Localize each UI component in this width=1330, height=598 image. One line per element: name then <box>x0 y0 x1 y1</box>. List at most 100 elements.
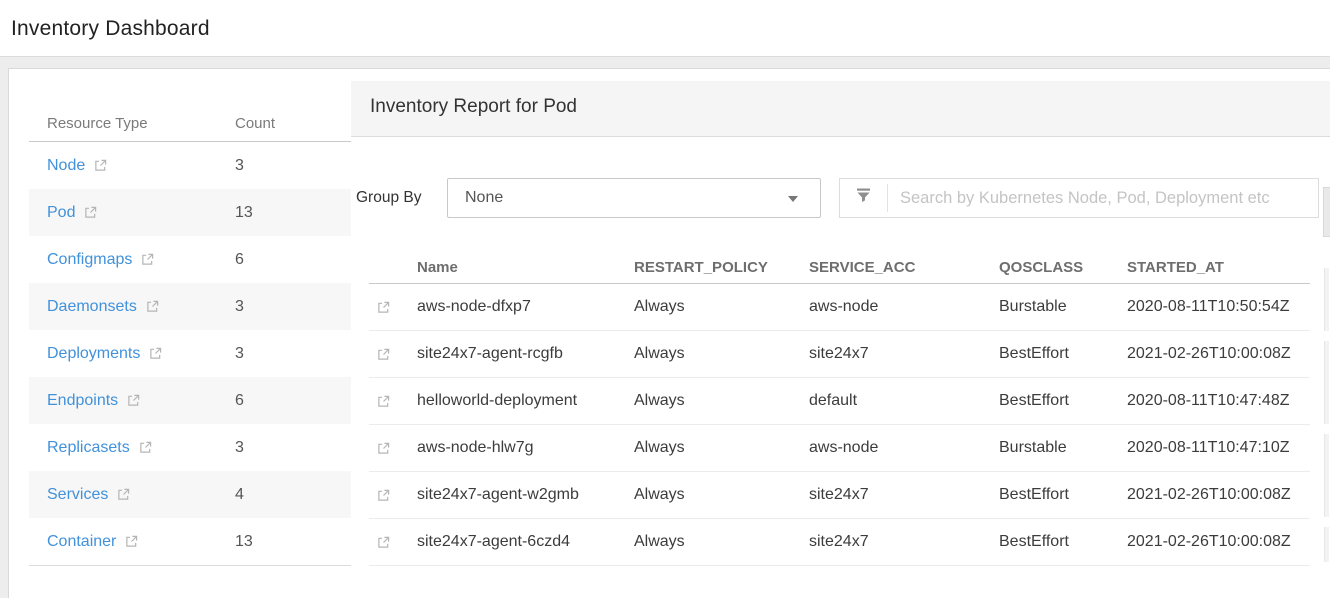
resource-type-row: Configmaps 6 <box>29 236 351 283</box>
resource-type-row: Endpoints 6 <box>29 377 351 424</box>
resource-type-row: Services 4 <box>29 471 351 518</box>
chevron-down-icon <box>788 196 798 202</box>
table-row: site24x7-agent-w2gmb Always site24x7 Bes… <box>369 472 1310 519</box>
external-link-icon[interactable] <box>369 348 417 361</box>
external-link-icon[interactable] <box>369 536 417 549</box>
table-row: aws-node-dfxp7 Always aws-node Burstable… <box>369 284 1310 331</box>
pod-inventory-table: Name RESTART_POLICY SERVICE_ACC QOSCLASS… <box>369 251 1310 566</box>
resource-type-row: Node 3 <box>29 142 351 189</box>
cell-qosclass: BestEffort <box>999 533 1127 551</box>
cell-name: site24x7-agent-6czd4 <box>417 533 634 551</box>
main-panel: Resource Type Count Node 3 Pod 13 Config… <box>8 68 1330 598</box>
resource-type-list: Node 3 Pod 13 Configmaps <box>29 142 351 566</box>
cell-name: aws-node-dfxp7 <box>417 298 634 316</box>
edge-fragment <box>1324 268 1329 331</box>
external-link-icon[interactable] <box>369 301 417 314</box>
resource-count: 6 <box>235 392 244 410</box>
report-title: Inventory Report for Pod <box>351 81 1330 118</box>
resource-type-link[interactable]: Services <box>47 486 108 504</box>
cell-restart-policy: Always <box>634 298 809 316</box>
external-link-icon[interactable] <box>94 159 107 172</box>
cell-service-acc: aws-node <box>809 298 999 316</box>
resource-type-column-header: Resource Type <box>47 115 148 132</box>
cell-name: site24x7-agent-rcgfb <box>417 345 634 363</box>
column-header-service-acc: SERVICE_ACC <box>809 259 999 276</box>
report-header-bar: Inventory Report for Pod <box>351 81 1330 137</box>
filter-button[interactable] <box>840 187 887 209</box>
external-link-icon[interactable] <box>127 394 140 407</box>
table-row: helloworld-deployment Always default Bes… <box>369 378 1310 425</box>
external-link-icon[interactable] <box>369 442 417 455</box>
resource-type-row: Replicasets 3 <box>29 424 351 471</box>
resource-type-row: Pod 13 <box>29 189 351 236</box>
resource-count: 6 <box>235 251 244 269</box>
resource-type-link[interactable]: Pod <box>47 204 75 222</box>
external-link-icon[interactable] <box>141 253 154 266</box>
top-bar: Inventory Dashboard <box>0 0 1330 57</box>
cell-started-at: 2020-08-11T10:50:54Z <box>1127 298 1310 316</box>
column-header-started-at: STARTED_AT <box>1127 259 1310 276</box>
edge-fragment <box>1324 434 1329 517</box>
external-link-icon[interactable] <box>139 441 152 454</box>
cell-started-at: 2020-08-11T10:47:48Z <box>1127 392 1310 410</box>
table-header-row: Name RESTART_POLICY SERVICE_ACC QOSCLASS… <box>369 251 1310 284</box>
table-row: aws-node-hlw7g Always aws-node Burstable… <box>369 425 1310 472</box>
column-header-restart-policy: RESTART_POLICY <box>634 259 809 276</box>
edge-fragment <box>1324 341 1329 424</box>
cell-service-acc: site24x7 <box>809 345 999 363</box>
resource-count: 4 <box>235 486 244 504</box>
cell-restart-policy: Always <box>634 533 809 551</box>
search-box <box>839 178 1319 218</box>
table-row: site24x7-agent-6czd4 Always site24x7 Bes… <box>369 519 1310 566</box>
resource-type-link[interactable]: Deployments <box>47 345 140 363</box>
resource-type-link[interactable]: Configmaps <box>47 251 132 269</box>
resource-type-row: Daemonsets 3 <box>29 283 351 330</box>
resource-count: 3 <box>235 157 244 175</box>
table-body: aws-node-dfxp7 Always aws-node Burstable… <box>369 284 1310 566</box>
resource-count: 3 <box>235 298 244 316</box>
cell-restart-policy: Always <box>634 392 809 410</box>
resource-count: 3 <box>235 345 244 363</box>
resource-type-link[interactable]: Container <box>47 533 116 551</box>
resource-count: 13 <box>235 204 253 222</box>
group-by-label: Group By <box>356 178 421 218</box>
cell-name: site24x7-agent-w2gmb <box>417 486 634 504</box>
resource-type-row: Deployments 3 <box>29 330 351 377</box>
external-link-icon[interactable] <box>146 300 159 313</box>
scrollbar-fragment <box>1323 187 1330 237</box>
group-by-selected-value: None <box>448 179 820 217</box>
resource-count: 13 <box>235 533 253 551</box>
external-link-icon[interactable] <box>84 206 97 219</box>
table-row: site24x7-agent-rcgfb Always site24x7 Bes… <box>369 331 1310 378</box>
cell-qosclass: Burstable <box>999 298 1127 316</box>
funnel-filter-icon <box>855 187 872 209</box>
page-title: Inventory Dashboard <box>0 0 1330 41</box>
cell-started-at: 2021-02-26T10:00:08Z <box>1127 345 1310 363</box>
cell-qosclass: BestEffort <box>999 392 1127 410</box>
external-link-icon[interactable] <box>369 395 417 408</box>
external-link-icon[interactable] <box>369 489 417 502</box>
search-input[interactable] <box>888 179 1318 217</box>
cell-restart-policy: Always <box>634 486 809 504</box>
cell-restart-policy: Always <box>634 439 809 457</box>
external-link-icon[interactable] <box>149 347 162 360</box>
cell-service-acc: default <box>809 392 999 410</box>
column-header-qosclass: QOSCLASS <box>999 259 1127 276</box>
resource-type-link[interactable]: Daemonsets <box>47 298 137 316</box>
cell-started-at: 2021-02-26T10:00:08Z <box>1127 486 1310 504</box>
cell-service-acc: site24x7 <box>809 486 999 504</box>
cell-name: aws-node-hlw7g <box>417 439 634 457</box>
external-link-icon[interactable] <box>125 535 138 548</box>
edge-fragment <box>1324 527 1329 562</box>
resource-type-link[interactable]: Replicasets <box>47 439 130 457</box>
cell-service-acc: aws-node <box>809 439 999 457</box>
resource-type-row: Container 13 <box>29 518 351 565</box>
cell-qosclass: BestEffort <box>999 345 1127 363</box>
count-column-header: Count <box>235 115 275 132</box>
column-header-name: Name <box>417 259 634 276</box>
group-by-dropdown[interactable]: None <box>447 178 821 218</box>
resource-type-link[interactable]: Node <box>47 157 85 175</box>
resource-count: 3 <box>235 439 244 457</box>
resource-type-link[interactable]: Endpoints <box>47 392 118 410</box>
external-link-icon[interactable] <box>117 488 130 501</box>
